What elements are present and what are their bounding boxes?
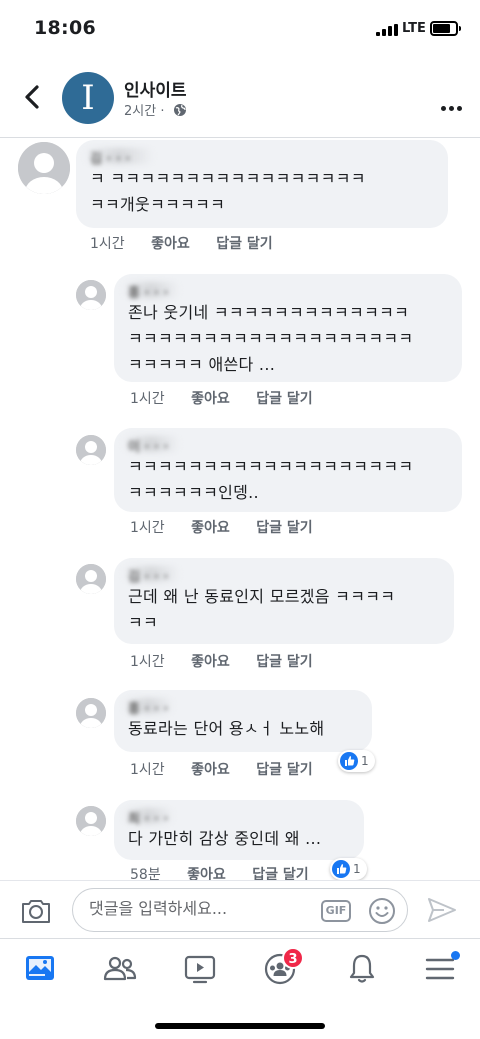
comment-author[interactable]: 이 · · · [122, 436, 448, 455]
comment-text: 다 가만히 감상 중인데 왜 ... [128, 829, 322, 848]
home-indicator [155, 1023, 325, 1029]
groups-badge: 3 [282, 947, 304, 969]
signal-icon [376, 24, 398, 36]
commenter-avatar[interactable] [76, 280, 106, 310]
back-icon[interactable] [18, 82, 48, 112]
comment-input[interactable] [89, 899, 319, 918]
gif-button[interactable]: GIF [321, 900, 351, 922]
news-feed-icon [26, 956, 54, 980]
commenter-avatar[interactable] [76, 564, 106, 594]
reply-button[interactable]: 답글 달기 [216, 236, 272, 252]
tab-watch[interactable] [182, 951, 218, 987]
like-button[interactable]: 좋아요 [191, 391, 230, 407]
comment-bubble[interactable]: 홍 · · · 존나 웃기네 ㅋㅋㅋㅋㅋㅋㅋㅋㅋㅋㅋㅋㅋ ㅋㅋㅋㅋㅋㅋㅋㅋㅋㅋㅋ… [114, 274, 462, 382]
page-avatar[interactable]: I [62, 72, 114, 124]
commenter-avatar[interactable] [76, 435, 106, 465]
commenter-avatar[interactable] [18, 142, 70, 194]
post-time: 2시간 · [124, 104, 165, 119]
comment-actions: 1시간 좋아요 답글 달기 [130, 759, 335, 779]
watch-icon [184, 955, 216, 984]
comment-input-bar: GIF [0, 880, 480, 938]
commenter-avatar[interactable] [76, 698, 106, 728]
globe-icon [173, 103, 187, 121]
comment-bubble[interactable]: 김 · · · ㅋ ㅋㅋㅋㅋㅋㅋㅋㅋㅋㅋㅋㅋㅋㅋㅋㅋㅋ ㅋㅋ개웃ㅋㅋㅋㅋㅋ [76, 140, 448, 228]
comment-text: 동료라는 단어 용ㅅㅓ 노노해 [128, 719, 325, 738]
like-reaction-icon [332, 860, 350, 878]
tab-bar: 3 [0, 938, 480, 998]
comment-actions: 1시간 좋아요 답글 달기 [130, 517, 335, 537]
comment-text: ㅋ ㅋㅋㅋㅋㅋㅋㅋㅋㅋㅋㅋㅋㅋㅋㅋㅋㅋ ㅋㅋ개웃ㅋㅋㅋㅋㅋ [90, 169, 366, 214]
send-icon[interactable] [426, 896, 458, 928]
commenter-avatar[interactable] [76, 806, 106, 836]
sticker-icon[interactable] [367, 896, 397, 930]
comment-text: 존나 웃기네 ㅋㅋㅋㅋㅋㅋㅋㅋㅋㅋㅋㅋㅋ ㅋㅋㅋㅋㅋㅋㅋㅋㅋㅋㅋㅋㅋㅋㅋㅋㅋㅋㅋ… [128, 303, 414, 374]
more-options-icon[interactable] [438, 96, 462, 115]
comment-time: 1시간 [130, 520, 165, 536]
comment-author[interactable]: 최 · · · [122, 808, 350, 827]
like-reaction-icon [340, 752, 358, 770]
status-bar: 18:06 LTE [0, 0, 480, 60]
comment-time: 1시간 [130, 654, 165, 670]
comment-text: 근데 왜 난 동료인지 모르겠음 ㅋㅋㅋㅋ ㅋㅋ [128, 587, 396, 632]
tab-friends[interactable] [102, 951, 138, 987]
comment-bubble[interactable]: 최 · · · 다 가만히 감상 중인데 왜 ... [114, 800, 364, 860]
network-label: LTE [402, 21, 426, 36]
post-meta: 2시간 · [124, 100, 187, 121]
page-name[interactable]: 인사이트 [124, 76, 187, 101]
like-button[interactable]: 좋아요 [191, 654, 230, 670]
camera-icon[interactable] [20, 897, 52, 929]
comment-author[interactable]: 김 · · · [122, 566, 440, 585]
post-header: I 인사이트 2시간 · [0, 60, 480, 138]
comment-author[interactable]: 김 · · · [84, 148, 434, 167]
comment-actions: 1시간 좋아요 답글 달기 [130, 388, 335, 408]
comment-actions: 1시간 좋아요 답글 달기 [130, 651, 335, 671]
comment-bubble[interactable]: 김 · · · 근데 왜 난 동료인지 모르겠음 ㅋㅋㅋㅋ ㅋㅋ [114, 558, 454, 644]
like-button[interactable]: 좋아요 [191, 520, 230, 536]
menu-notification-dot [451, 951, 460, 960]
tab-notifications[interactable] [344, 951, 380, 987]
like-button[interactable]: 좋아요 [191, 762, 230, 778]
reply-button[interactable]: 답글 달기 [256, 654, 312, 670]
bell-icon [349, 954, 375, 983]
reaction-count[interactable]: 1 [330, 858, 367, 880]
comment-bubble[interactable]: 홍 · · · 동료라는 단어 용ㅅㅓ 노노해 [114, 690, 372, 752]
reaction-count[interactable]: 1 [338, 750, 375, 772]
like-button[interactable]: 좋아요 [151, 236, 190, 252]
battery-icon [430, 21, 461, 36]
comment-time: 1시간 [90, 236, 125, 252]
reply-button[interactable]: 답글 달기 [256, 391, 312, 407]
comment-author[interactable]: 홍 · · · [122, 282, 448, 301]
comment-author[interactable]: 홍 · · · [122, 698, 358, 717]
tab-news-feed[interactable] [22, 951, 58, 987]
reply-button[interactable]: 답글 달기 [256, 762, 312, 778]
comment-time: 1시간 [130, 762, 165, 778]
comment-text: ㅋㅋㅋㅋㅋㅋㅋㅋㅋㅋㅋㅋㅋㅋㅋㅋㅋㅋㅋ ㅋㅋㅋㅋㅋㅋ인뎅.. [128, 457, 414, 502]
comment-bubble[interactable]: 이 · · · ㅋㅋㅋㅋㅋㅋㅋㅋㅋㅋㅋㅋㅋㅋㅋㅋㅋㅋㅋ ㅋㅋㅋㅋㅋㅋ인뎅.. [114, 428, 462, 512]
comment-actions: 1시간 좋아요 답글 달기 [90, 233, 295, 253]
comment-field[interactable]: GIF [72, 888, 408, 932]
friends-icon [103, 956, 137, 981]
comment-time: 1시간 [130, 391, 165, 407]
reply-button[interactable]: 답글 달기 [256, 520, 312, 536]
status-time: 18:06 [34, 17, 96, 39]
